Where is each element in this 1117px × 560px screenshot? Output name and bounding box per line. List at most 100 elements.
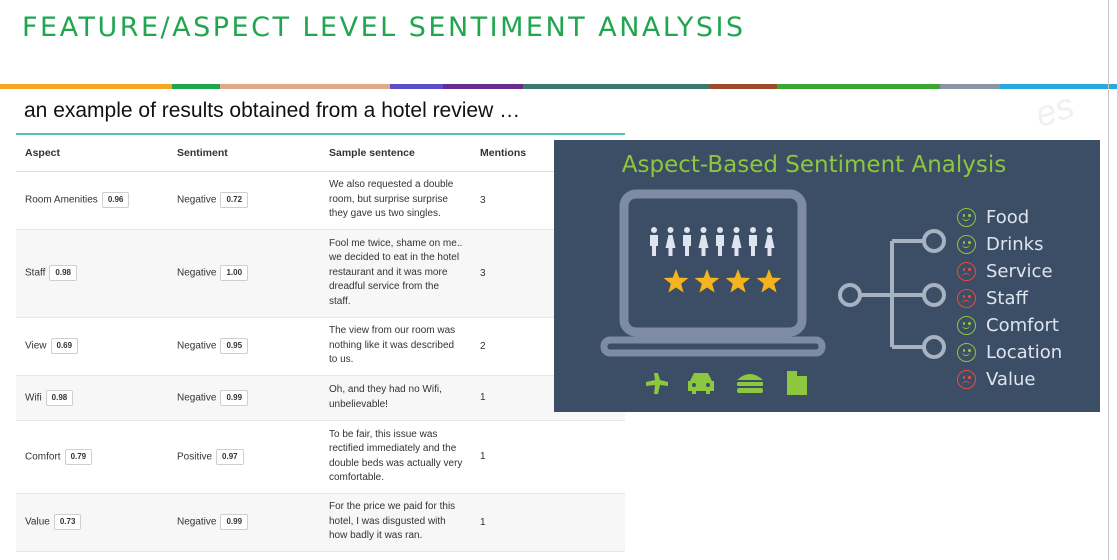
sentiment-label: Negative xyxy=(177,267,217,279)
airplane-icon xyxy=(646,373,668,394)
table-row: Wifi 0.98 Negative 0.99 Oh, and they had n… xyxy=(16,375,625,421)
table-row: View 0.69 Negative 0.95 The view from our … xyxy=(16,317,625,376)
color-band xyxy=(0,84,1117,89)
band-segment xyxy=(390,84,443,89)
sentiment-cell: Negative 1.00 xyxy=(168,229,320,318)
sample-sentence: The view from our room was nothing like … xyxy=(320,317,471,376)
person-icon xyxy=(683,227,691,256)
infographic-title: Aspect-Based Sentiment Analysis xyxy=(621,152,1007,178)
sentiment-label: Negative xyxy=(177,392,217,404)
sentiment-cell: Negative 0.72 xyxy=(168,171,320,230)
person-icon xyxy=(716,227,724,256)
aspect-label: Comfort xyxy=(986,315,1059,336)
band-segment xyxy=(220,84,390,89)
smile-face-icon xyxy=(957,208,976,227)
sentiment-label: Positive xyxy=(177,451,213,463)
aspect-score-badge: 0.98 xyxy=(45,389,74,406)
table-row: Comfort 0.79 Positive 0.97 To be fair, thi… xyxy=(16,420,625,494)
star-icon xyxy=(756,269,782,293)
aspect-label: Food xyxy=(986,207,1030,228)
aspect-score-badge: 0.79 xyxy=(64,448,93,465)
slide-title: FEATURE/ASPECT LEVEL SENTIMENT ANALYSIS xyxy=(22,12,746,43)
sad-face-icon xyxy=(957,289,976,308)
band-segment xyxy=(172,84,220,89)
sample-sentence: For the price we paid for this hotel, I … xyxy=(320,493,471,552)
mentions-count: 1 xyxy=(471,493,625,552)
band-segment xyxy=(940,84,1000,89)
sad-face-icon xyxy=(957,262,976,281)
slide-edge-divider xyxy=(1108,0,1109,560)
aspect-label: Drinks xyxy=(986,234,1044,255)
aspect-score-badge: 0.96 xyxy=(101,192,130,208)
sentiment-cell: Negative 0.99 xyxy=(168,375,320,421)
aspect-name: Wifi xyxy=(25,392,42,404)
burger-icon xyxy=(737,374,763,393)
aspect-item-value: Value xyxy=(957,366,1062,393)
mentions-count: 1 xyxy=(471,420,625,494)
sentiment-cell: Negative 0.99 xyxy=(168,493,320,552)
smile-face-icon xyxy=(957,316,976,335)
band-segment xyxy=(709,84,777,89)
aspect-item-staff: Staff xyxy=(957,285,1062,312)
aspect-cell: Value 0.73 xyxy=(16,493,168,552)
aspect-cell: Staff 0.98 xyxy=(16,229,168,318)
band-segment xyxy=(777,84,940,89)
sentiment-label: Negative xyxy=(177,516,217,528)
header-sample-sentence: Sample sentence xyxy=(320,135,471,172)
smile-face-icon xyxy=(957,343,976,362)
band-segment xyxy=(0,84,172,89)
aspect-list: Food Drinks Service Staff Comfort Location Val… xyxy=(957,204,1062,393)
header-sentiment: Sentiment xyxy=(168,135,320,172)
aspect-label: Service xyxy=(986,261,1053,282)
sentiment-label: Negative xyxy=(177,194,217,206)
person-icon xyxy=(731,227,742,256)
building-icon xyxy=(787,371,807,395)
sentiment-label: Negative xyxy=(177,340,217,352)
smile-face-icon xyxy=(957,235,976,254)
sad-face-icon xyxy=(957,370,976,389)
sentiment-cell: Negative 0.95 xyxy=(168,317,320,376)
aspect-cell: Wifi 0.98 xyxy=(16,375,168,421)
aspect-score-badge: 0.73 xyxy=(53,514,82,530)
aspect-name: Value xyxy=(25,516,50,528)
table-row: Room Amenities 0.96 Negative 0.72 We also … xyxy=(16,171,625,230)
sentiment-score-badge: 1.00 xyxy=(220,265,249,281)
sentiment-cell: Positive 0.97 xyxy=(168,420,320,494)
sentiment-score-badge: 0.72 xyxy=(220,192,249,208)
laptop-icon xyxy=(600,189,826,357)
people-icons xyxy=(650,227,775,256)
aspect-item-drinks: Drinks xyxy=(957,231,1062,258)
sentiment-score-badge: 0.97 xyxy=(216,448,244,465)
results-table: Aspect Sentiment Sample sentence Mention… xyxy=(16,133,625,560)
aspect-item-service: Service xyxy=(957,258,1062,285)
aspect-item-comfort: Comfort xyxy=(957,312,1062,339)
aspect-item-location: Location xyxy=(957,339,1062,366)
person-icon xyxy=(650,227,658,256)
sample-sentence: We also requested a double room, but sur… xyxy=(320,171,471,230)
slide-subtitle: an example of results obtained from a ho… xyxy=(24,99,521,122)
sample-sentence: Oh, and they had no Wifi, unbelievable! xyxy=(320,375,471,421)
header-aspect: Aspect xyxy=(16,135,168,172)
sentiment-score-badge: 0.99 xyxy=(220,514,249,530)
person-icon xyxy=(665,227,676,256)
car-icon xyxy=(688,373,714,394)
aspect-score-badge: 0.98 xyxy=(49,265,77,281)
sample-sentence: Fool me twice, shame on me.. we decided … xyxy=(320,229,471,318)
star-icon xyxy=(663,269,689,293)
rating-stars xyxy=(663,269,782,293)
sample-sentence: To be fair, this issue was rectified imm… xyxy=(320,420,471,494)
aspect-cell: View 0.69 xyxy=(16,317,168,376)
aspect-label: Location xyxy=(986,342,1063,363)
star-icon xyxy=(725,269,751,293)
aspect-name: Room Amenities xyxy=(25,194,98,206)
aspect-name: Staff xyxy=(25,267,46,279)
table-row: Staff 0.98 Negative 1.00 Fool me twice, sh… xyxy=(16,229,625,318)
person-icon xyxy=(749,227,757,256)
aspect-name: Comfort xyxy=(25,451,61,463)
star-icon xyxy=(694,269,720,293)
table-header-row: Aspect Sentiment Sample sentence Mention… xyxy=(16,135,625,172)
aspect-sentiment-infographic: Aspect-Based Sentiment Analysis Food Drin… xyxy=(554,140,1100,412)
aspect-connector-lines xyxy=(838,229,946,359)
table-row: Value 0.73 Negative 0.99 For the price we … xyxy=(16,493,625,552)
aspect-cell: Comfort 0.79 xyxy=(16,420,168,494)
